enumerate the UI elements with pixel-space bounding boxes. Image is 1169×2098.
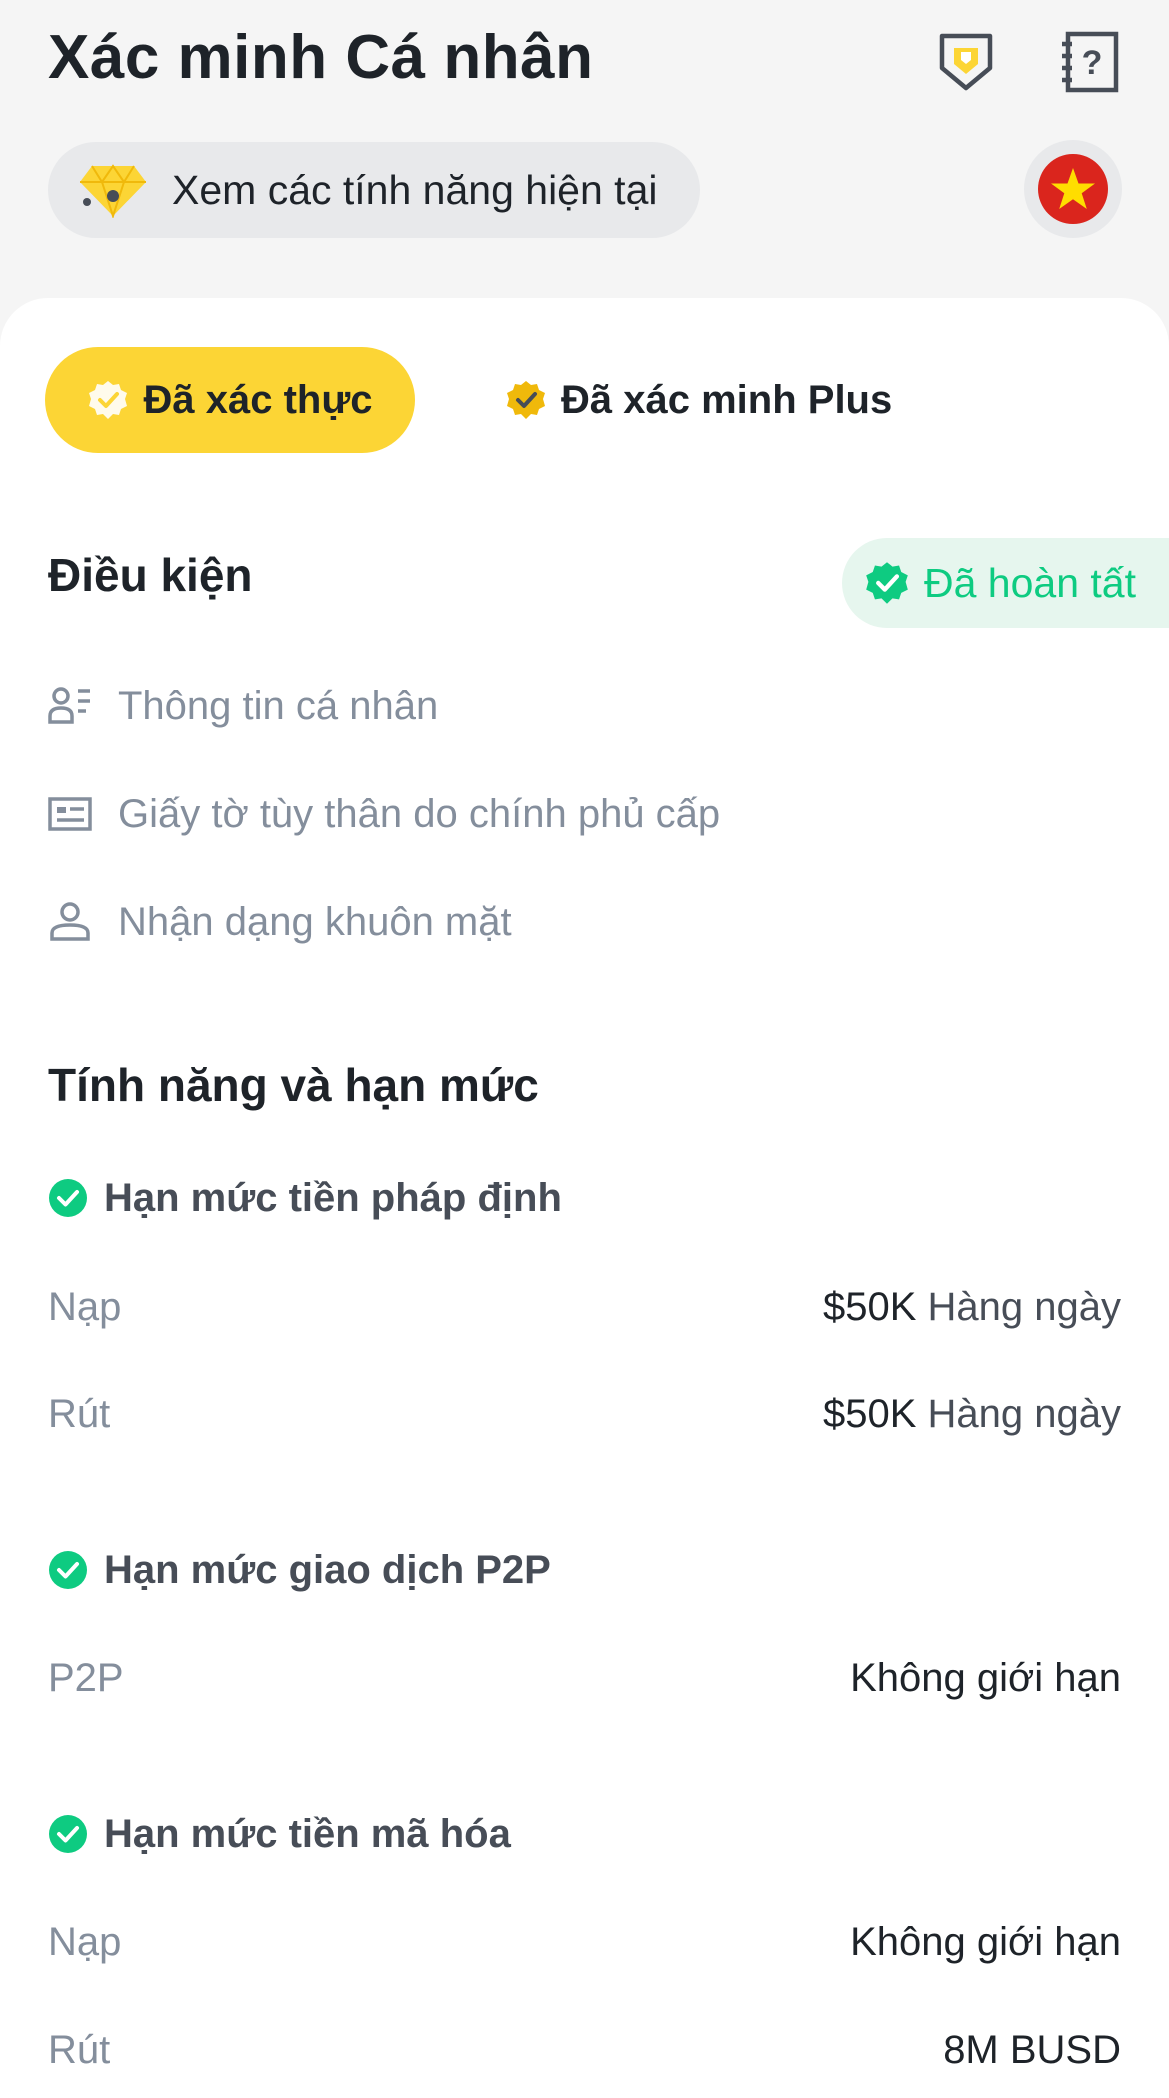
feature-group-label: Hạn mức tiền mã hóa — [104, 1811, 511, 1856]
limit-amount: $50K — [822, 1285, 917, 1329]
id-card-icon — [48, 797, 92, 831]
feature-group-title: Hạn mức tiền mã hóa — [48, 1804, 511, 1864]
limit-row-value: 8M BUSD — [943, 2028, 1121, 2072]
tab-verified-plus-label: Đã xác minh Plus — [561, 377, 893, 422]
limit-row-label: Rút — [48, 2028, 111, 2072]
limit-row-label: Rút — [48, 1392, 111, 1436]
face-user-icon — [50, 902, 90, 941]
check-circle-icon — [49, 1815, 87, 1853]
requirement-label: Nhận dạng khuôn mặt — [118, 899, 512, 944]
limit-period: Hàng ngày — [927, 1392, 1121, 1436]
view-features-label: Xem các tính năng hiện tại — [172, 166, 658, 213]
page-header: Xác minh Cá nhân ? Xem các tính năng hiệ — [0, 0, 1169, 300]
diamond-icon — [78, 162, 148, 220]
verified-plus-badge-icon — [507, 381, 545, 419]
limit-row-value: $50K Hàng ngày — [823, 1392, 1121, 1437]
check-circle-icon — [49, 1179, 87, 1217]
help-doc-icon[interactable]: ? — [1058, 30, 1122, 94]
limit-row-value: Không giới hạn — [850, 1920, 1121, 1964]
tab-verified-plus[interactable]: Đã xác minh Plus — [505, 347, 892, 453]
verified-badge-icon — [89, 381, 128, 419]
shield-icon[interactable] — [934, 30, 998, 94]
vietnam-flag-icon — [1038, 154, 1108, 224]
feature-group-title: Hạn mức tiền pháp định — [48, 1168, 562, 1228]
limit-amount: $50K — [822, 1392, 917, 1436]
feature-group-label: Hạn mức tiền pháp định — [104, 1175, 562, 1220]
requirement-item: Thông tin cá nhân — [48, 676, 438, 736]
feature-group-label: Hạn mức giao dịch P2P — [104, 1547, 551, 1592]
status-badge-label: Đã hoàn tất — [924, 559, 1136, 606]
requirements-title: Điều kiện — [48, 549, 253, 601]
tab-verified[interactable]: Đã xác thực — [45, 347, 415, 453]
page-title: Xác minh Cá nhân — [48, 23, 594, 92]
limit-period: Hàng ngày — [927, 1285, 1121, 1329]
personal-info-icon — [48, 687, 90, 724]
completed-check-icon — [866, 562, 908, 604]
requirement-item: Giấy tờ tùy thân do chính phủ cấp — [48, 784, 720, 844]
view-features-button[interactable]: Xem các tính năng hiện tại — [48, 142, 700, 238]
country-selector[interactable] — [1024, 140, 1122, 238]
feature-group-title: Hạn mức giao dịch P2P — [48, 1540, 551, 1600]
limit-row-label: P2P — [48, 1656, 124, 1700]
requirement-label: Thông tin cá nhân — [118, 683, 439, 728]
requirement-label: Giấy tờ tùy thân do chính phủ cấp — [118, 791, 721, 836]
svg-text:?: ? — [1082, 44, 1103, 82]
status-badge: Đã hoàn tất — [842, 538, 1169, 628]
limit-row-label: Nạp — [48, 1285, 122, 1329]
requirement-item: Nhận dạng khuôn mặt — [48, 892, 512, 952]
check-circle-icon — [49, 1551, 87, 1589]
limit-row-value: Không giới hạn — [850, 1656, 1121, 1700]
features-title: Tính năng và hạn mức — [48, 1059, 539, 1111]
limit-row-label: Nạp — [48, 1920, 122, 1964]
tab-verified-label: Đã xác thực — [143, 377, 373, 422]
limit-row-value: $50K Hàng ngày — [823, 1285, 1121, 1330]
